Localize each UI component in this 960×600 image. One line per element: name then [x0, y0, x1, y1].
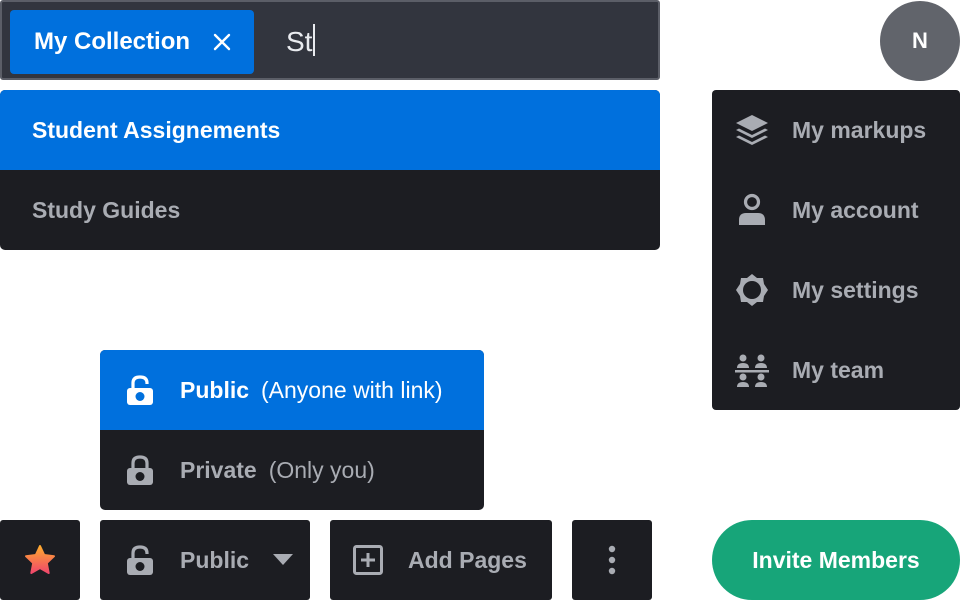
- menu-item-my-markups[interactable]: My markups: [712, 90, 960, 170]
- menu-item-label: My settings: [792, 276, 919, 303]
- visibility-option-private[interactable]: Private (Only you): [100, 430, 484, 510]
- visibility-option-public[interactable]: Public (Anyone with link): [100, 350, 484, 430]
- visibility-menu: Public (Anyone with link) Private (Only …: [100, 350, 484, 510]
- close-icon[interactable]: [210, 30, 234, 54]
- search-query-text: St: [286, 26, 313, 57]
- visibility-button[interactable]: Public: [100, 520, 310, 600]
- add-pages-label: Add Pages: [408, 546, 527, 573]
- invite-members-label: Invite Members: [752, 546, 920, 573]
- user-icon: [739, 193, 765, 225]
- team-icon: [735, 354, 769, 387]
- search-bar[interactable]: My Collection St: [0, 0, 660, 80]
- add-page-icon: [353, 545, 383, 575]
- avatar-initial: N: [912, 28, 928, 53]
- unlock-icon: [127, 375, 153, 405]
- caret-down-icon: [273, 554, 294, 565]
- suggestion-label: Study Guides: [32, 196, 181, 223]
- more-vertical-icon: [608, 545, 616, 575]
- favorite-button[interactable]: [0, 520, 80, 600]
- menu-item-my-team[interactable]: My team: [712, 330, 960, 410]
- menu-item-label: My markups: [792, 116, 927, 143]
- collection-chip-label: My Collection: [34, 28, 191, 55]
- avatar[interactable]: N: [880, 1, 960, 81]
- star-icon: [25, 545, 55, 574]
- menu-item-label: My team: [792, 356, 885, 383]
- gear-icon: [736, 274, 768, 306]
- search-suggestions: Student Assignements Study Guides: [0, 90, 660, 250]
- visibility-option-desc: (Only you): [268, 456, 375, 483]
- visibility-option-desc: (Anyone with link): [261, 376, 443, 403]
- visibility-option-name: Private: [180, 456, 257, 483]
- menu-item-my-settings[interactable]: My settings: [712, 250, 960, 330]
- visibility-option-name: Public: [180, 376, 250, 403]
- lock-icon: [127, 455, 153, 485]
- more-options-button[interactable]: [572, 520, 652, 600]
- search-input[interactable]: St: [286, 20, 316, 64]
- suggestion-item[interactable]: Student Assignements: [0, 90, 660, 170]
- invite-members-button[interactable]: Invite Members: [712, 520, 960, 600]
- suggestion-item[interactable]: Study Guides: [0, 170, 660, 250]
- collection-chip: My Collection: [10, 10, 254, 74]
- visibility-button-label: Public: [180, 546, 250, 573]
- layers-icon: [736, 115, 768, 145]
- suggestion-label: Student Assignements: [32, 116, 281, 143]
- user-menu: My markups My account My settings My tea…: [712, 90, 960, 410]
- text-caret: [313, 24, 316, 56]
- unlock-icon: [127, 545, 153, 575]
- menu-item-label: My account: [792, 196, 919, 223]
- menu-item-my-account[interactable]: My account: [712, 170, 960, 250]
- add-pages-button[interactable]: Add Pages: [330, 520, 552, 600]
